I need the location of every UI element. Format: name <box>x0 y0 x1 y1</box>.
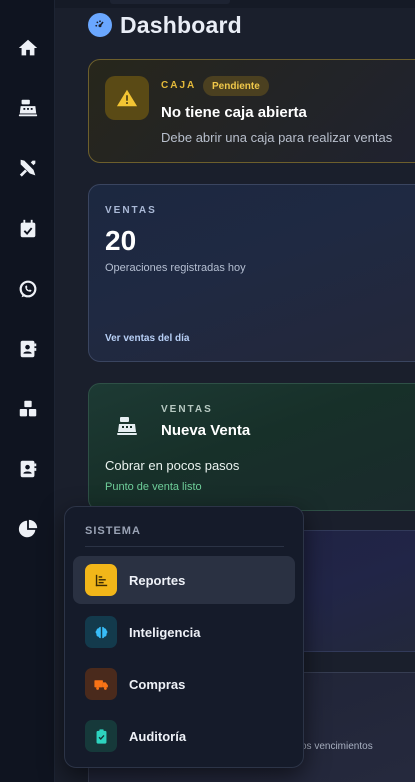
page-title: Dashboard <box>120 11 242 38</box>
pie-chart-icon <box>17 518 39 540</box>
ventas-kicker: VENTAS <box>105 205 157 216</box>
truck-icon <box>85 668 117 700</box>
sidebar-item-tools[interactable] <box>0 148 55 188</box>
vencimientos-text: os vencimientos <box>301 741 373 752</box>
ventas-summary-card[interactable]: VENTAS 20 Operaciones registradas hoy Ve… <box>88 184 415 362</box>
whatsapp-icon <box>17 278 39 300</box>
sidebar-item-caja[interactable] <box>0 88 55 128</box>
ventas-subtitle: Operaciones registradas hoy <box>105 262 246 274</box>
warning-icon <box>105 76 149 120</box>
nueva-venta-title: Nueva Venta <box>161 422 251 439</box>
menu-item-compras[interactable]: Compras <box>73 660 295 708</box>
cash-register-icon <box>17 97 39 119</box>
sidebar-item-clients[interactable] <box>0 449 55 489</box>
report-chart-icon <box>85 564 117 596</box>
gauge-icon <box>88 13 112 37</box>
address-book-icon <box>17 458 39 480</box>
menu-item-auditoria[interactable]: Auditoría <box>73 712 295 760</box>
calendar-check-icon <box>17 218 39 240</box>
menu-item-label: Reportes <box>129 572 186 588</box>
clipboard-check-icon <box>85 720 117 752</box>
menu-item-label: Auditoría <box>129 728 187 744</box>
ventas-count: 20 <box>105 225 137 256</box>
menu-item-label: Compras <box>129 676 186 692</box>
sistema-menu: SISTEMA Reportes Inteligencia Compras Au… <box>64 506 304 768</box>
menu-heading: SISTEMA <box>85 525 141 537</box>
status-badge: Pendiente <box>203 76 269 96</box>
sidebar-item-reports[interactable] <box>0 509 55 549</box>
brain-icon <box>85 616 117 648</box>
cash-register-icon <box>105 404 149 448</box>
contact-book-icon <box>17 338 39 360</box>
caja-status-card[interactable]: CAJA Pendiente No tiene caja abierta Deb… <box>88 59 415 163</box>
sidebar-item-calendar[interactable] <box>0 209 55 249</box>
nueva-venta-card[interactable]: VENTAS Nueva Venta Cobrar en pocos pasos… <box>88 383 415 511</box>
sidebar-item-contacts[interactable] <box>0 329 55 369</box>
home-icon <box>17 37 39 59</box>
caja-kicker: CAJA <box>161 80 197 91</box>
top-strip <box>55 0 415 8</box>
sidebar-item-whatsapp[interactable] <box>0 269 55 309</box>
caja-description: Debe abrir una caja para realizar ventas <box>161 130 393 145</box>
boxes-icon <box>17 398 39 420</box>
ver-ventas-link[interactable]: Ver ventas del día <box>105 333 190 344</box>
menu-item-label: Inteligencia <box>129 624 201 640</box>
caja-title: No tiene caja abierta <box>161 104 307 121</box>
nueva-kicker: VENTAS <box>161 404 213 415</box>
menu-item-inteligencia[interactable]: Inteligencia <box>73 608 295 656</box>
menu-item-reportes[interactable]: Reportes <box>73 556 295 604</box>
sidebar <box>0 0 55 782</box>
tools-icon <box>17 157 39 179</box>
menu-divider <box>85 546 284 547</box>
sidebar-item-home[interactable] <box>0 28 55 68</box>
nueva-venta-description: Cobrar en pocos pasos <box>105 458 240 473</box>
sidebar-item-inventory[interactable] <box>0 389 55 429</box>
nueva-venta-subtitle: Punto de venta listo <box>105 481 202 493</box>
page-header: Dashboard <box>88 10 242 40</box>
